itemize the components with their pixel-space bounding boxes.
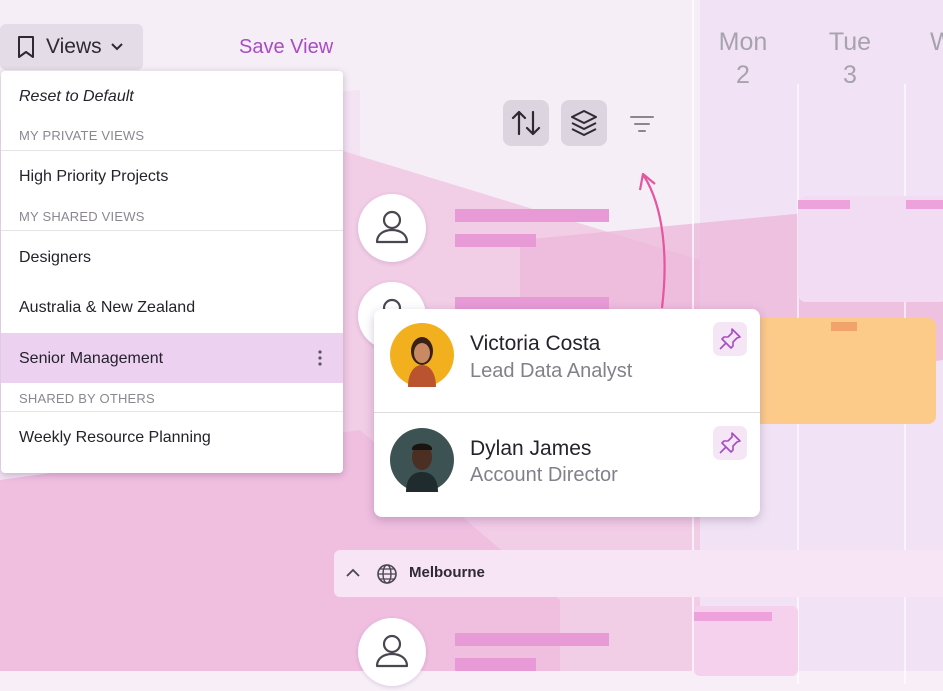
filter-icon (630, 116, 654, 132)
avatar (390, 323, 454, 387)
person-row[interactable]: Victoria Costa Lead Data Analyst (374, 309, 760, 412)
pin-button[interactable] (713, 322, 747, 356)
annotation-arrow (638, 172, 666, 309)
views-label: Views (46, 35, 102, 58)
reset-to-default[interactable]: Reset to Default (1, 71, 343, 121)
sort-icon (511, 110, 541, 136)
pin-button[interactable] (713, 426, 747, 460)
group-row-melbourne[interactable]: Melbourne (334, 550, 943, 597)
views-dropdown: Reset to Default MY PRIVATE VIEWS High P… (1, 71, 343, 473)
pin-icon (719, 328, 741, 350)
section-header-shared: MY SHARED VIEWS (19, 209, 145, 224)
placeholder-bar (455, 633, 609, 646)
view-item-high-priority[interactable]: High Priority Projects (1, 151, 343, 201)
person-row[interactable]: Dylan James Account Director (374, 413, 760, 517)
booking-block-orange[interactable] (752, 318, 936, 424)
sort-button[interactable] (503, 100, 549, 146)
group-label: Melbourne (409, 564, 485, 581)
person-role: Account Director (470, 464, 618, 486)
avatar (390, 428, 454, 492)
layers-button[interactable] (561, 100, 607, 146)
views-button[interactable]: Views (0, 24, 143, 70)
person-role: Lead Data Analyst (470, 360, 633, 382)
section-header-private: MY PRIVATE VIEWS (19, 128, 145, 143)
person-name: Dylan James (470, 437, 592, 460)
placeholder-bar (455, 658, 536, 671)
layers-icon (571, 110, 597, 136)
filter-button[interactable] (622, 104, 662, 144)
view-item-weekly[interactable]: Weekly Resource Planning (1, 412, 343, 462)
avatar-placeholder (358, 618, 426, 686)
view-item-anz[interactable]: Australia & New Zealand (1, 282, 343, 332)
globe-icon (377, 564, 397, 584)
section-header-others: SHARED BY OTHERS (19, 391, 155, 406)
day-header-mon: Mon 2 (718, 28, 768, 89)
person-name: Victoria Costa (470, 332, 601, 355)
booking-strip (694, 612, 772, 621)
placeholder-bar (455, 209, 609, 222)
bookmark-icon (16, 35, 36, 59)
more-vertical-icon[interactable] (313, 348, 327, 368)
day-header-tue: Tue 3 (828, 28, 872, 89)
booking-block[interactable] (798, 196, 943, 302)
chevron-down-icon (110, 42, 124, 52)
booking-strip (831, 322, 857, 331)
view-item-senior-management[interactable]: Senior Management (1, 333, 343, 383)
chevron-up-icon[interactable] (345, 566, 361, 580)
placeholder-bar (455, 234, 536, 247)
view-item-designers[interactable]: Designers (1, 231, 343, 281)
day-header-wed: W (930, 28, 943, 56)
user-icon (375, 634, 409, 668)
user-icon (375, 210, 409, 244)
avatar-placeholder (358, 194, 426, 262)
people-card: Victoria Costa Lead Data Analyst Dylan J… (374, 309, 760, 517)
booking-strip (798, 200, 850, 209)
save-view-link[interactable]: Save View (239, 36, 333, 59)
pin-icon (719, 432, 741, 454)
booking-strip (906, 200, 943, 209)
